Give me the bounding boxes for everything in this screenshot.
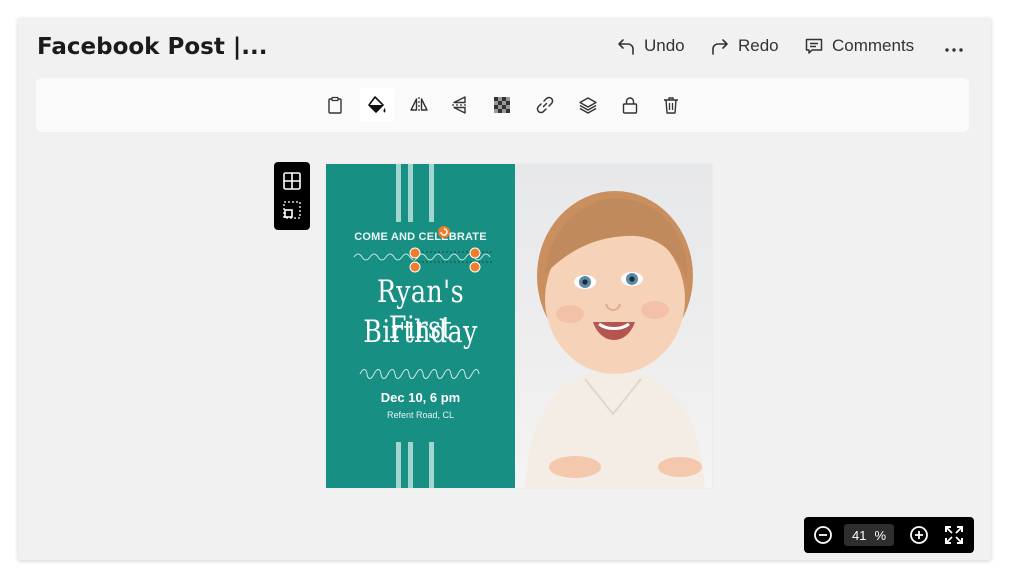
fit-screen-button[interactable] (943, 524, 965, 546)
transparency-icon[interactable] (485, 88, 519, 122)
stripe (396, 442, 401, 488)
flip-horizontal-icon[interactable] (402, 88, 436, 122)
stripe (408, 164, 413, 222)
resize-handle[interactable] (409, 261, 421, 273)
lock-icon[interactable] (613, 88, 647, 122)
undo-icon (616, 36, 636, 56)
link-icon[interactable] (528, 88, 562, 122)
selection-box[interactable] (409, 226, 481, 273)
more-options-button[interactable] (943, 37, 965, 64)
comments-button[interactable]: Comments (804, 36, 914, 56)
event-date[interactable]: Dec 10, 6 pm (326, 390, 515, 405)
zoom-unit: % (874, 527, 887, 543)
layers-icon[interactable] (571, 88, 605, 122)
redo-label: Redo (738, 36, 779, 55)
name-line-2[interactable]: Birthday (343, 314, 498, 350)
comments-label: Comments (832, 36, 915, 55)
stripe (408, 442, 413, 488)
rotate-handle[interactable] (438, 226, 450, 238)
ornament-divider-2 (359, 369, 480, 379)
document-title[interactable]: Facebook Post |... (37, 34, 267, 60)
element-toolbar (36, 78, 969, 132)
undo-button[interactable]: Undo (616, 36, 685, 56)
undo-label: Undo (644, 36, 685, 55)
resize-handle[interactable] (409, 247, 421, 259)
fullscreen-icon (945, 526, 963, 544)
stripe (429, 442, 434, 488)
editor-panel: Facebook Post |... Undo Redo Comments CO… (18, 18, 991, 560)
more-dots-icon (945, 48, 963, 52)
baby-photo[interactable] (515, 164, 712, 488)
trash-icon[interactable] (654, 88, 688, 122)
side-tools (274, 162, 310, 230)
grid-icon[interactable] (282, 171, 302, 191)
resize-handle[interactable] (469, 261, 481, 273)
select-area-icon[interactable] (282, 200, 302, 220)
stripe (429, 164, 434, 222)
zoom-out-button[interactable] (812, 524, 834, 546)
zoom-out-icon (814, 526, 832, 544)
card-panel: COME AND CELEBRATE Ryan's First Birthday (326, 164, 515, 488)
flip-vertical-icon[interactable] (443, 88, 477, 122)
zoom-controls: 41 % (804, 517, 974, 553)
redo-icon (710, 36, 730, 56)
design-canvas[interactable]: COME AND CELEBRATE Ryan's First Birthday (326, 164, 712, 488)
fill-bucket-icon[interactable] (360, 88, 394, 122)
resize-handle[interactable] (469, 247, 481, 259)
stripe (396, 164, 401, 222)
zoom-in-icon (910, 526, 928, 544)
zoom-value[interactable]: 41 % (844, 524, 894, 546)
clipboard-icon[interactable] (318, 88, 352, 122)
comment-icon (804, 36, 824, 56)
zoom-in-button[interactable] (908, 524, 930, 546)
zoom-number: 41 (851, 527, 867, 543)
redo-button[interactable]: Redo (710, 36, 779, 56)
event-place[interactable]: Refent Road, CL (326, 410, 515, 420)
